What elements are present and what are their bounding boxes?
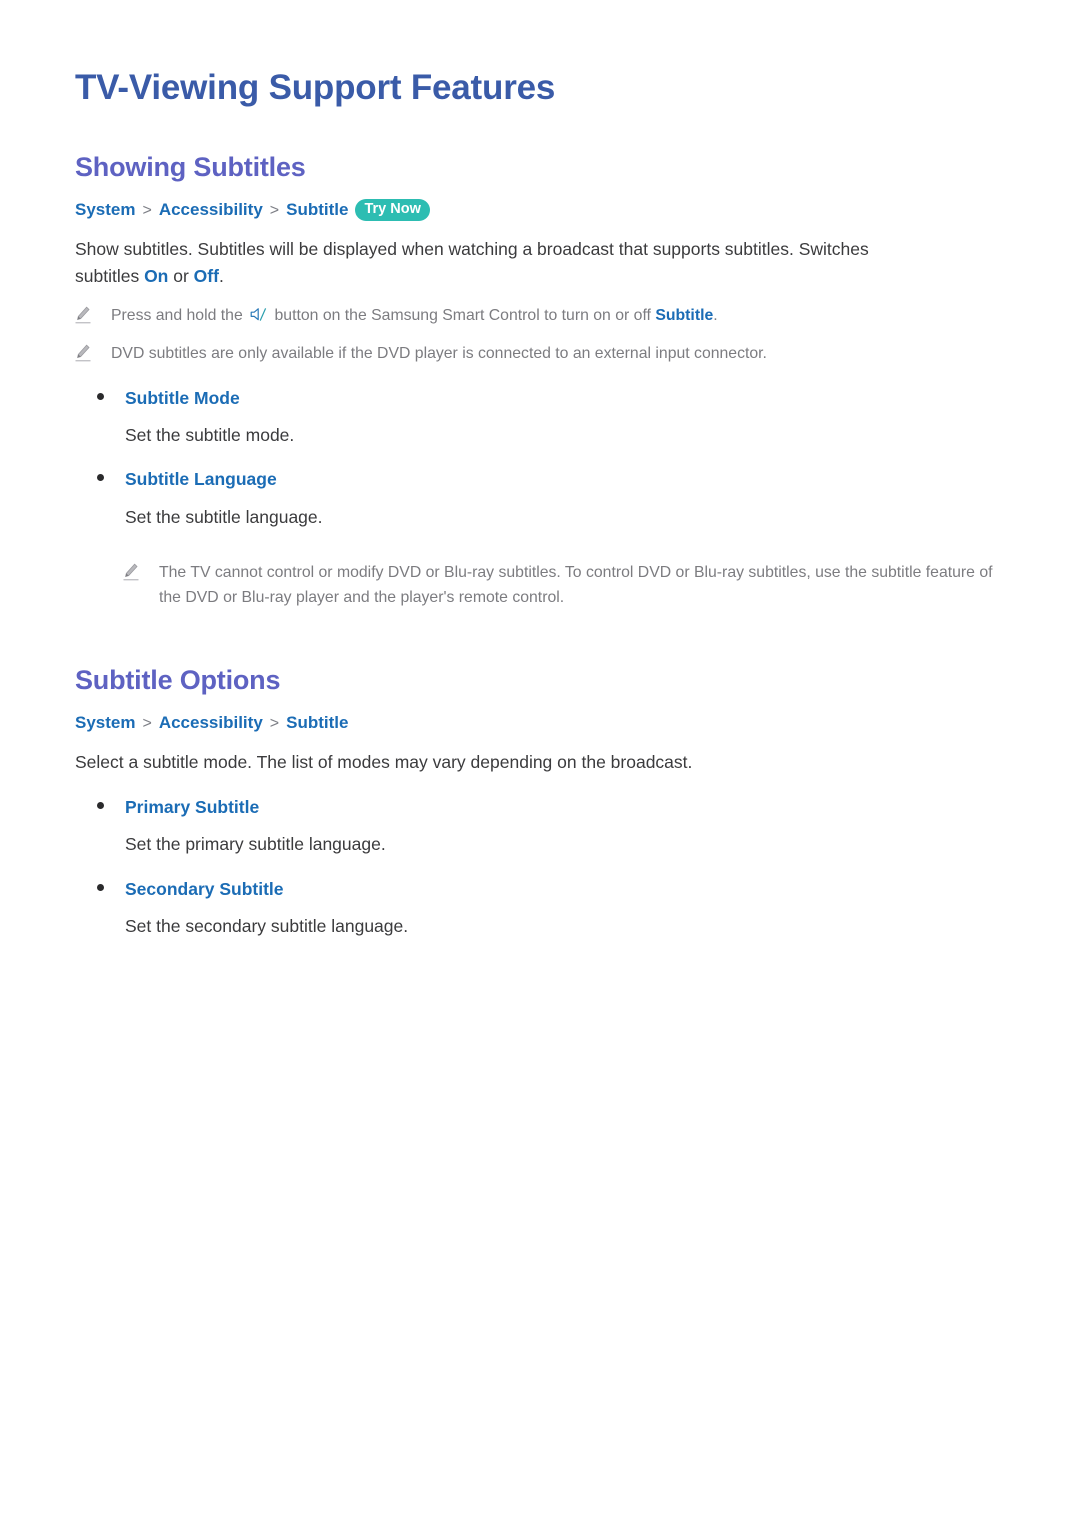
- list-item: Primary Subtitle Set the primary subtitl…: [75, 795, 1005, 858]
- breadcrumb-separator-icon: >: [269, 714, 280, 732]
- bullet-row: Subtitle Mode: [75, 386, 1005, 411]
- breadcrumb-item-subtitle[interactable]: Subtitle: [286, 200, 348, 219]
- section-subtitle-options: Subtitle Options System > Accessibility > Su…: [75, 663, 1005, 940]
- pencil-icon: [75, 306, 91, 325]
- bullet-description: Set the subtitle mode.: [125, 425, 295, 446]
- note-item: Press and hold the button on the Samsung…: [75, 303, 1005, 328]
- keyword-off: Off: [193, 265, 219, 286]
- breadcrumb-item-subtitle[interactable]: Subtitle: [286, 713, 348, 732]
- page-title: TV-Viewing Support Features: [75, 68, 556, 107]
- note-item: The TV cannot control or modify DVD or B…: [123, 560, 1005, 611]
- bullet-label-primary-subtitle[interactable]: Primary Subtitle: [125, 795, 259, 820]
- list-item: Secondary Subtitle Set the secondary sub…: [75, 877, 1005, 940]
- bullet-label-subtitle-mode[interactable]: Subtitle Mode: [125, 386, 240, 411]
- mute-button-icon: [250, 305, 267, 321]
- bullet-dot-icon: [97, 474, 104, 482]
- breadcrumb-item-accessibility[interactable]: Accessibility: [159, 713, 263, 732]
- bullet-row: Secondary Subtitle: [75, 877, 1005, 902]
- document-page: TV-Viewing Support Features Showing Subt…: [0, 0, 1080, 1527]
- pencil-icon: [75, 344, 91, 363]
- note-text-after: .: [713, 307, 718, 325]
- note-text-middle: button on the Samsung Smart Control to t…: [270, 307, 656, 325]
- keyword-on: On: [144, 265, 169, 286]
- breadcrumb-item-accessibility[interactable]: Accessibility: [159, 200, 263, 219]
- try-now-badge[interactable]: Try Now: [355, 198, 430, 221]
- title-spacer: [75, 110, 1005, 150]
- note-text: DVD subtitles are only available if the …: [111, 345, 767, 363]
- breadcrumb-separator-icon: >: [142, 201, 152, 219]
- keyword-subtitle: Subtitle: [655, 307, 714, 325]
- section-intro-text: Select a subtitle mode. The list of mode…: [75, 751, 693, 772]
- note-text-before: Press and hold the: [111, 307, 248, 325]
- bullet-row: Subtitle Language: [75, 467, 1005, 492]
- note-text: Press and hold the button on the Samsung…: [111, 303, 718, 328]
- list-item: Subtitle Language Set the subtitle langu…: [75, 467, 1005, 530]
- breadcrumb-item-system[interactable]: System: [75, 713, 135, 732]
- bullet-dot-icon: [97, 883, 104, 891]
- section-heading: Subtitle Options: [75, 664, 281, 695]
- note-item: DVD subtitles are only available if the …: [75, 341, 1005, 366]
- intro-part-3: .: [218, 265, 224, 286]
- section-intro-text: Show subtitles. Subtitles will be displa…: [75, 236, 935, 290]
- breadcrumb: System > Accessibility > Subtitle Try Now: [75, 197, 1005, 223]
- bullet-description: Set the primary subtitle language.: [125, 834, 386, 855]
- list-item: Subtitle Mode Set the subtitle mode.: [75, 386, 1005, 449]
- breadcrumb-item-system[interactable]: System: [75, 200, 135, 219]
- breadcrumb-separator-icon: >: [142, 714, 152, 732]
- bullet-label-subtitle-language[interactable]: Subtitle Language: [125, 467, 277, 492]
- bullet-row: Primary Subtitle: [75, 795, 1005, 820]
- note-text: The TV cannot control or modify DVD or B…: [159, 564, 993, 607]
- bullet-label-secondary-subtitle[interactable]: Secondary Subtitle: [125, 877, 284, 902]
- bullet-dot-icon: [97, 392, 104, 400]
- breadcrumb: System > Accessibility > Subtitle: [75, 710, 1005, 736]
- bullet-description: Set the secondary subtitle language.: [125, 916, 409, 937]
- bullet-dot-icon: [97, 801, 104, 809]
- intro-part-2: or: [168, 265, 194, 286]
- bullet-description: Set the subtitle language.: [125, 506, 323, 527]
- section-heading: Showing Subtitles: [75, 151, 306, 182]
- pencil-icon: [123, 563, 139, 582]
- breadcrumb-separator-icon: >: [269, 201, 280, 219]
- section-showing-subtitles: Showing Subtitles System > Accessibility > S…: [75, 150, 1005, 611]
